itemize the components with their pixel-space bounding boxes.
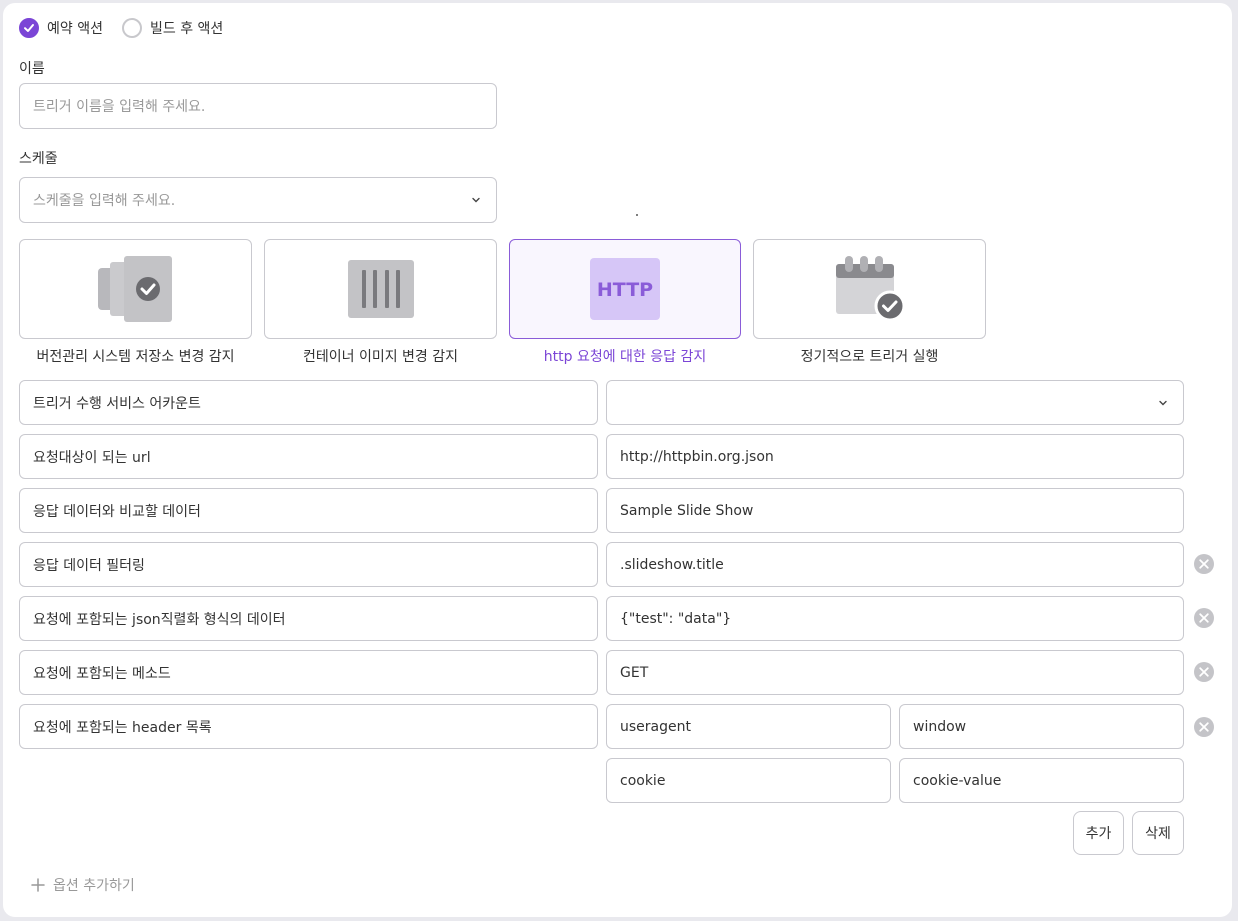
filter-value: .slideshow.title — [620, 556, 724, 573]
header-key-input[interactable]: useragent — [606, 704, 891, 749]
param-label-text: 요청에 포함되는 메소드 — [33, 665, 171, 682]
trigger-name-input[interactable]: 트리거 이름을 입력해 주세요. — [19, 83, 497, 129]
param-label-headers: 요청에 포함되는 header 목록 — [19, 704, 598, 749]
radio-reserved-action[interactable]: 예약 액션 — [19, 18, 103, 38]
radio-post-build-label: 빌드 후 액션 — [150, 21, 224, 37]
http-icon-text: HTTP — [597, 279, 653, 301]
add-header-button[interactable]: 추가 — [1073, 811, 1124, 855]
radio-unchecked-icon — [122, 18, 142, 38]
method-input[interactable]: GET — [606, 650, 1184, 695]
trigger-form-panel: 예약 액션 빌드 후 액션 이름 트리거 이름을 입력해 주세요. 스케줄 스케… — [3, 3, 1232, 917]
delete-header-button[interactable]: 삭제 — [1132, 811, 1184, 855]
header-value-input[interactable]: window — [899, 704, 1184, 749]
header-value-value: cookie-value — [913, 772, 1002, 789]
radio-post-build-action[interactable]: 빌드 후 액션 — [122, 18, 223, 38]
url-value: http://httpbin.org.json — [620, 448, 774, 465]
param-label-json-body: 요청에 포함되는 json직렬화 형식의 데이터 — [19, 596, 598, 641]
trigger-type-label-vcs: 버전관리 시스템 저장소 변경 감지 — [36, 349, 235, 365]
trigger-type-card-container[interactable] — [264, 239, 497, 339]
param-label-text: 요청에 포함되는 json직렬화 형식의 데이터 — [33, 611, 286, 628]
json-body-input[interactable]: {"test": "data"} — [606, 596, 1184, 641]
trigger-type-card-http[interactable]: HTTP — [509, 239, 741, 339]
plus-icon — [31, 878, 45, 892]
param-label-url: 요청대상이 되는 url — [19, 434, 598, 479]
calendar-check-icon — [835, 256, 905, 322]
service-account-select[interactable] — [606, 380, 1184, 425]
schedule-label: 스케줄 — [19, 151, 58, 167]
stray-dot — [636, 214, 638, 216]
url-input[interactable]: http://httpbin.org.json — [606, 434, 1184, 479]
schedule-select[interactable]: 스케줄을 입력해 주세요. — [19, 177, 497, 223]
http-icon: HTTP — [590, 258, 660, 320]
param-label-compare-data: 응답 데이터와 비교할 데이터 — [19, 488, 598, 533]
radio-checked-icon — [19, 18, 39, 38]
param-label-text: 응답 데이터 필터링 — [33, 557, 145, 574]
radio-reserved-label: 예약 액션 — [47, 21, 103, 37]
vcs-repo-icon — [97, 256, 172, 322]
name-label: 이름 — [19, 61, 45, 77]
container-image-icon — [347, 260, 414, 318]
trigger-type-card-vcs[interactable] — [19, 239, 252, 339]
trigger-type-label-container: 컨테이너 이미지 변경 감지 — [302, 349, 459, 365]
param-label-service-account: 트리거 수행 서비스 어카운트 — [19, 380, 598, 425]
method-value: GET — [620, 664, 649, 681]
clear-filter-icon[interactable] — [1193, 553, 1215, 575]
compare-data-value: Sample Slide Show — [620, 502, 754, 519]
param-label-filter: 응답 데이터 필터링 — [19, 542, 598, 587]
header-value-value: window — [913, 718, 967, 735]
param-label-text: 요청에 포함되는 header 목록 — [33, 719, 212, 736]
chevron-down-icon — [1159, 400, 1167, 405]
clear-headers-icon[interactable] — [1193, 716, 1215, 738]
filter-input[interactable]: .slideshow.title — [606, 542, 1184, 587]
clear-json-body-icon[interactable] — [1193, 607, 1215, 629]
param-label-text: 요청대상이 되는 url — [33, 449, 151, 466]
clear-method-icon[interactable] — [1193, 661, 1215, 683]
header-key-value: useragent — [620, 718, 691, 735]
compare-data-input[interactable]: Sample Slide Show — [606, 488, 1184, 533]
add-option-label: 옵션 추가하기 — [53, 878, 135, 894]
chevron-down-icon — [472, 197, 480, 203]
trigger-type-label-http: http 요청에 대한 응답 감지 — [543, 349, 707, 365]
json-body-value: {"test": "data"} — [620, 610, 732, 627]
header-value-input[interactable]: cookie-value — [899, 758, 1184, 803]
add-option-button[interactable]: 옵션 추가하기 — [31, 875, 135, 895]
trigger-type-card-scheduled[interactable] — [753, 239, 986, 339]
param-label-method: 요청에 포함되는 메소드 — [19, 650, 598, 695]
trigger-type-label-scheduled: 정기적으로 트리거 실행 — [800, 349, 939, 365]
header-key-value: cookie — [620, 772, 666, 789]
trigger-name-placeholder: 트리거 이름을 입력해 주세요. — [33, 99, 206, 115]
param-label-text: 응답 데이터와 비교할 데이터 — [33, 503, 201, 520]
param-label-text: 트리거 수행 서비스 어카운트 — [33, 395, 201, 412]
header-key-input[interactable]: cookie — [606, 758, 891, 803]
schedule-placeholder: 스케줄을 입력해 주세요. — [33, 193, 176, 209]
